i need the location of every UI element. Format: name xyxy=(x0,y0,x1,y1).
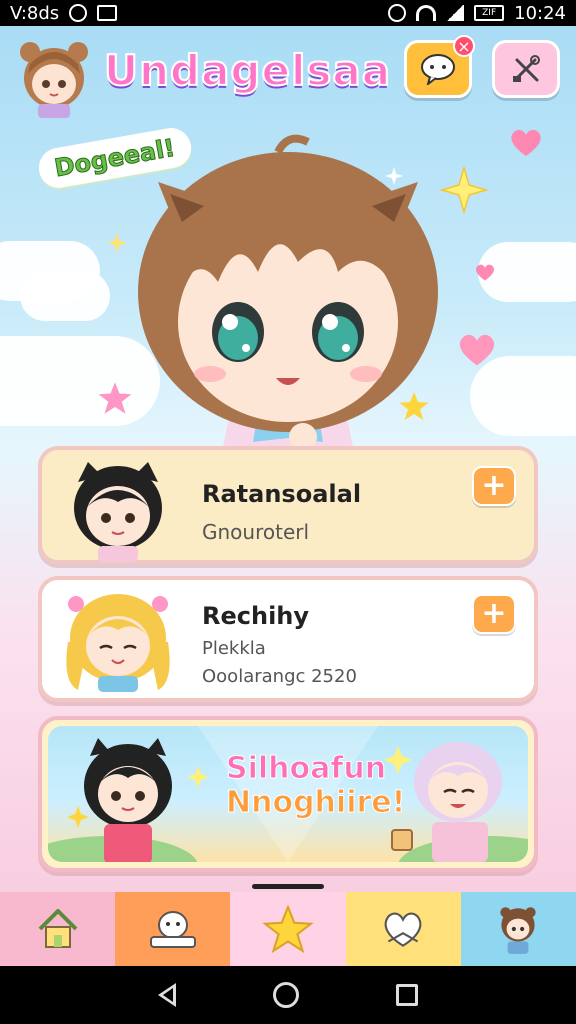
card-subtitle: Plekkla xyxy=(202,638,266,659)
bottom-tab-bar xyxy=(0,892,576,966)
add-button[interactable]: + xyxy=(472,594,516,634)
tab-home[interactable] xyxy=(0,892,116,966)
card-title: Ratansoalal xyxy=(202,480,362,508)
hero-character-illustration xyxy=(138,134,438,472)
cloud-decoration xyxy=(470,356,576,436)
event-banner-title: Silhoafun Nnoghiire! xyxy=(226,751,406,820)
recent-apps-icon[interactable] xyxy=(395,984,418,1006)
card-subtitle: Gnouroterl xyxy=(202,520,310,544)
wifi-icon xyxy=(416,5,437,21)
back-icon[interactable] xyxy=(158,983,177,1007)
card-meta: Ooolarangc 2520 xyxy=(202,666,357,687)
app-title: Undagelsaa xyxy=(103,45,392,96)
card-title: Rechihy xyxy=(202,602,310,630)
clock: 10:24 xyxy=(514,2,566,24)
chat-bubble-icon xyxy=(421,54,455,85)
notification-badge: × xyxy=(453,35,475,57)
character-avatar xyxy=(66,594,170,692)
add-button[interactable]: + xyxy=(472,466,516,506)
system-navigation-bar xyxy=(0,966,576,1024)
character-card[interactable]: Ratansoalal Gnouroterl + xyxy=(38,446,538,564)
carrier-label: V:8ds xyxy=(10,2,60,24)
tab-profile[interactable] xyxy=(460,892,576,966)
app-screen: Undagelsaa × Dogeeal! Ratansoalal Gnouro… xyxy=(0,26,576,966)
settings-button[interactable] xyxy=(492,40,560,98)
profile-avatar[interactable] xyxy=(12,34,96,118)
app-header: Undagelsaa × xyxy=(0,26,576,118)
gallery-notification-icon xyxy=(97,5,118,21)
banner-title-line1: Silhoafun xyxy=(226,751,387,786)
home-icon xyxy=(38,909,78,948)
status-bar: V:8ds ZIF 10:24 xyxy=(0,0,576,26)
alarm-icon xyxy=(388,4,407,22)
cloud-decoration xyxy=(20,271,110,321)
plus-icon: + xyxy=(481,596,507,631)
home-circle-icon[interactable] xyxy=(272,982,299,1008)
do-not-disturb-icon xyxy=(69,4,88,22)
heart-bow-icon xyxy=(384,912,422,947)
tab-mascot[interactable] xyxy=(115,892,231,966)
character-icon xyxy=(500,907,537,954)
tab-favorites[interactable] xyxy=(230,892,346,966)
heart-icon xyxy=(476,264,494,281)
tools-icon xyxy=(513,55,540,82)
mascot-icon xyxy=(149,911,196,948)
character-card[interactable]: Rechihy Plekkla Ooolarangc 2520 + xyxy=(38,576,538,702)
heart-icon xyxy=(459,334,495,366)
character-avatar xyxy=(74,462,162,562)
tab-wardrobe[interactable] xyxy=(345,892,461,966)
signal-icon xyxy=(446,5,465,21)
chat-button[interactable]: × xyxy=(404,35,475,98)
heart-icon xyxy=(511,129,541,156)
battery-icon: ZIF xyxy=(474,5,505,21)
banner-title-line2: Nnoghiire! xyxy=(226,785,406,820)
event-banner-card[interactable]: Silhoafun Nnoghiire! xyxy=(38,716,538,872)
home-indicator xyxy=(252,884,324,889)
plus-icon: + xyxy=(481,468,507,503)
star-icon xyxy=(262,904,314,954)
event-banner[interactable]: Silhoafun Nnoghiire! xyxy=(48,726,528,862)
